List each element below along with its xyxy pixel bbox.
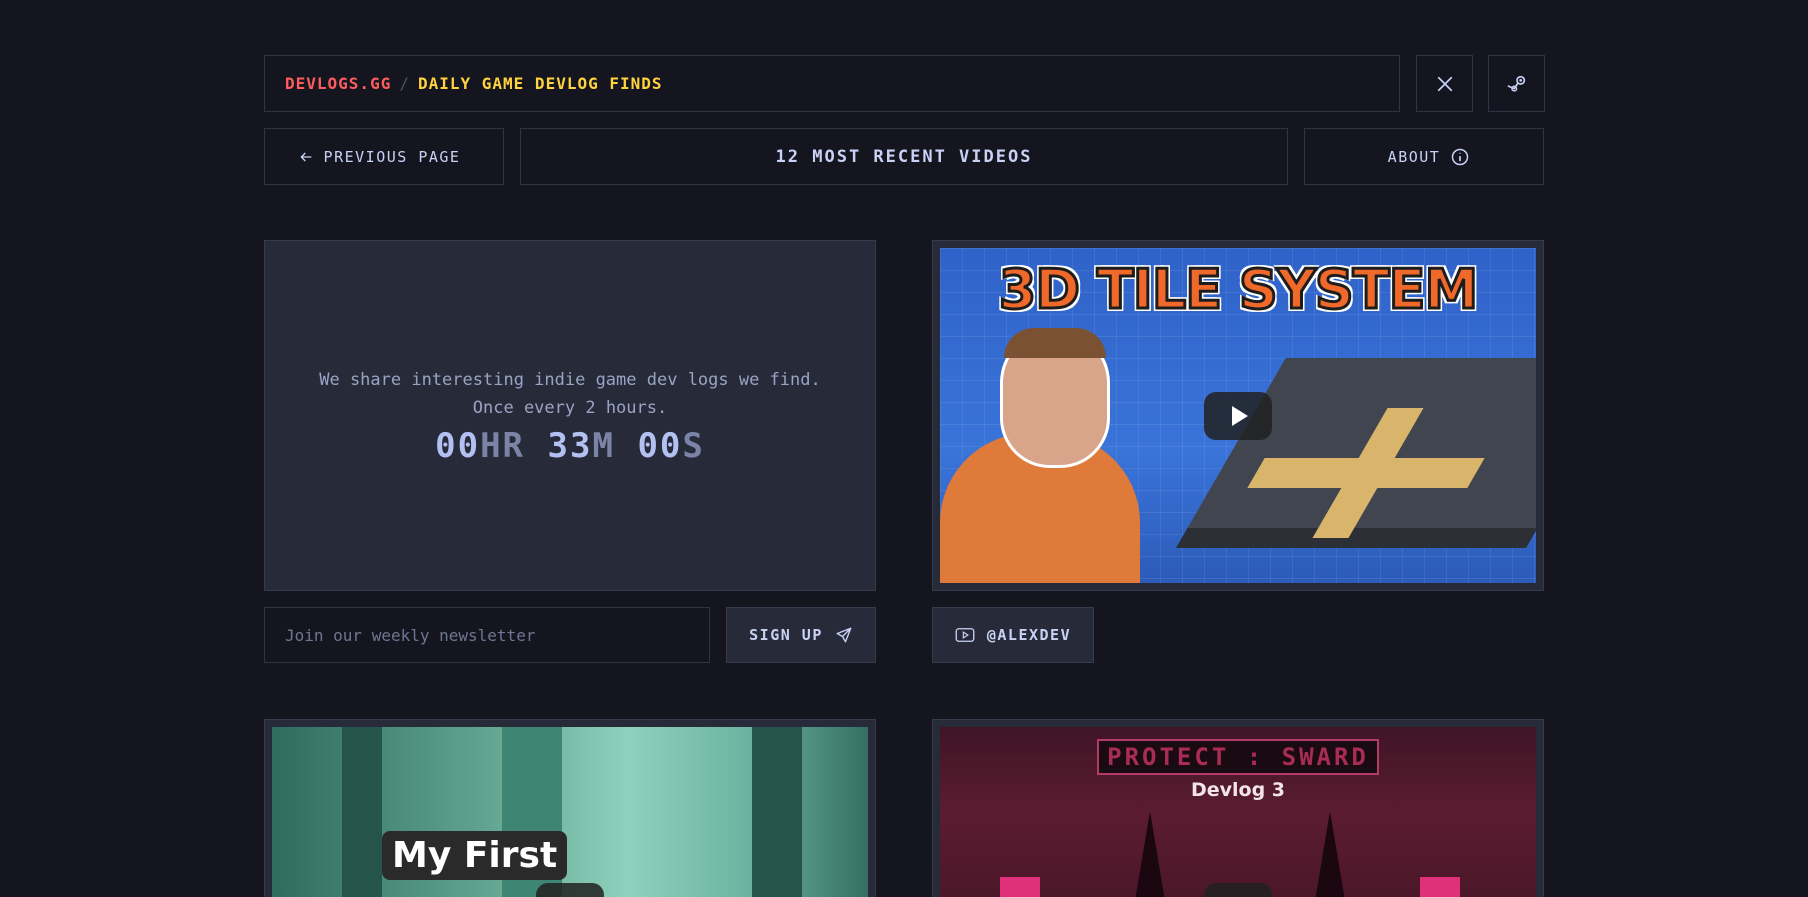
countdown-seconds-unit: S [682,425,705,466]
info-icon [1452,148,1469,165]
spike-graphic [1420,877,1460,897]
tile-path-graphic [1247,458,1485,488]
countdown-hours-unit: HR [480,425,526,466]
x-logo-icon [1437,76,1452,91]
site-header: DEVLOGS.GG / DAILY GAME DEVLOG FINDS [264,55,1400,112]
previous-page-label: PREVIOUS PAGE [323,147,461,166]
play-icon[interactable] [1204,391,1272,440]
countdown-minutes-unit: M [592,425,615,466]
sign-up-button[interactable]: SIGN UP [726,607,876,663]
site-tagline: DAILY GAME DEVLOG FINDS [417,74,663,93]
about-label: ABOUT [1387,147,1441,166]
spike-graphic [1000,877,1040,897]
thumbnail-subtitle: Devlog 3 [1190,779,1286,801]
spike-graphic [1315,811,1345,897]
video-thumbnail[interactable]: 3D TILE SYSTEM [940,248,1536,583]
tree-graphic [342,727,382,897]
video-card[interactable]: PROTECT : SWARD Devlog 3 [932,719,1544,897]
steam-link-button[interactable] [1488,55,1545,112]
countdown-seconds: 00 [637,425,683,466]
channel-link-button[interactable]: @ALEXDEV [932,607,1094,663]
countdown-hours: 00 [435,425,481,466]
thumbnail-title: My First [382,831,568,880]
channel-name: @ALEXDEV [986,626,1072,644]
site-name-link[interactable]: DEVLOGS.GG [285,74,391,93]
page-title: 12 MOST RECENT VIDEOS [520,128,1288,185]
youtube-icon [955,628,975,642]
video-thumbnail[interactable]: PROTECT : SWARD Devlog 3 [940,727,1536,897]
info-description: We share interesting indie game dev logs… [319,369,821,418]
play-icon[interactable] [1204,883,1272,897]
countdown-minutes: 33 [547,425,593,466]
countdown-timer: 00HR 33M 00S [435,426,705,466]
newsletter-email-input[interactable] [285,625,709,645]
video-thumbnail[interactable]: My First [272,727,868,897]
thumbnail-title: 3D TILE SYSTEM [997,257,1480,323]
sign-up-label: SIGN UP [749,626,823,644]
video-card[interactable]: My First [264,719,876,897]
tree-graphic [752,727,802,897]
spike-graphic [1135,811,1165,897]
breadcrumb-separator: / [399,74,410,93]
video-card[interactable]: 3D TILE SYSTEM [932,240,1544,591]
thumbnail-title-wrapper: PROTECT : SWARD [940,739,1536,775]
send-icon [836,627,852,643]
newsletter-field-wrapper [264,607,710,663]
steam-icon [1507,75,1525,92]
previous-page-button[interactable]: PREVIOUS PAGE [264,128,504,185]
thumbnail-title: PROTECT : SWARD [1097,739,1379,775]
info-card: We share interesting indie game dev logs… [264,240,876,591]
about-button[interactable]: ABOUT [1304,128,1544,185]
presenter-hair-graphic [1004,328,1106,358]
play-icon[interactable] [536,883,604,897]
x-link-button[interactable] [1416,55,1473,112]
arrow-left-icon [299,152,311,161]
